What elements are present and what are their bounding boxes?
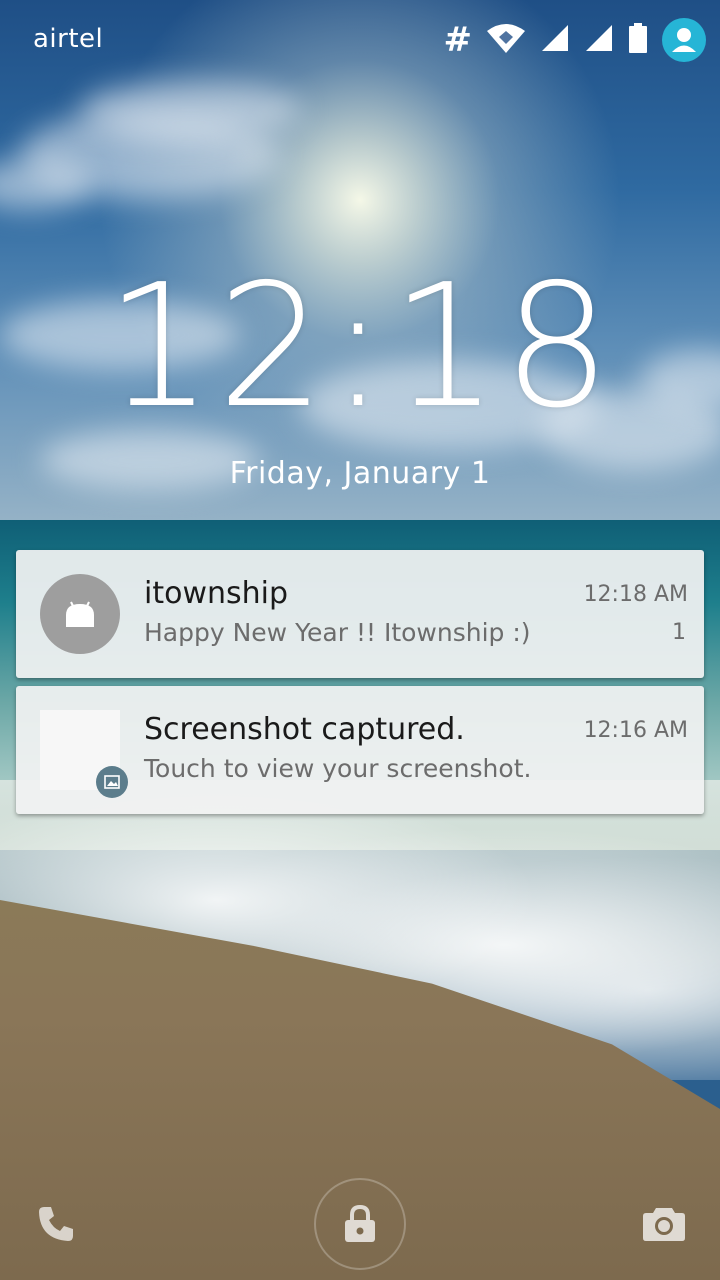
lock-icon[interactable] <box>314 1178 406 1270</box>
image-icon <box>96 766 128 798</box>
notification-text: Touch to view your screenshot. <box>144 754 532 783</box>
notification-itownship[interactable]: itownship Happy New Year !! Itownship :)… <box>16 550 704 678</box>
cloud <box>80 80 300 140</box>
lockscreen-date: Friday, January 1 <box>229 456 491 491</box>
camera-icon[interactable] <box>642 1204 686 1246</box>
notification-time: 12:16 AM <box>583 718 688 743</box>
carrier-name: airtel <box>33 24 104 54</box>
data-indicator: # <box>443 20 473 60</box>
notification-title: Screenshot captured. <box>144 712 465 747</box>
battery-icon <box>628 23 648 57</box>
notification-title: itownship <box>144 576 289 611</box>
notification-time: 12:18 AM <box>583 582 688 607</box>
wifi-icon <box>486 23 526 57</box>
phone-icon[interactable] <box>36 1204 76 1248</box>
lockscreen-clock: 12:18 <box>105 248 615 446</box>
signal-icon <box>540 23 570 57</box>
notification-text: Happy New Year !! Itownship :) <box>144 618 531 647</box>
notification-screenshot[interactable]: Screenshot captured. Touch to view your … <box>16 686 704 814</box>
signal-icon <box>584 23 614 57</box>
user-avatar-icon[interactable] <box>662 18 706 62</box>
status-bar: airtel # <box>0 0 720 80</box>
status-icons: # <box>443 18 706 62</box>
notification-count: 1 <box>672 620 686 645</box>
android-icon <box>40 574 120 654</box>
